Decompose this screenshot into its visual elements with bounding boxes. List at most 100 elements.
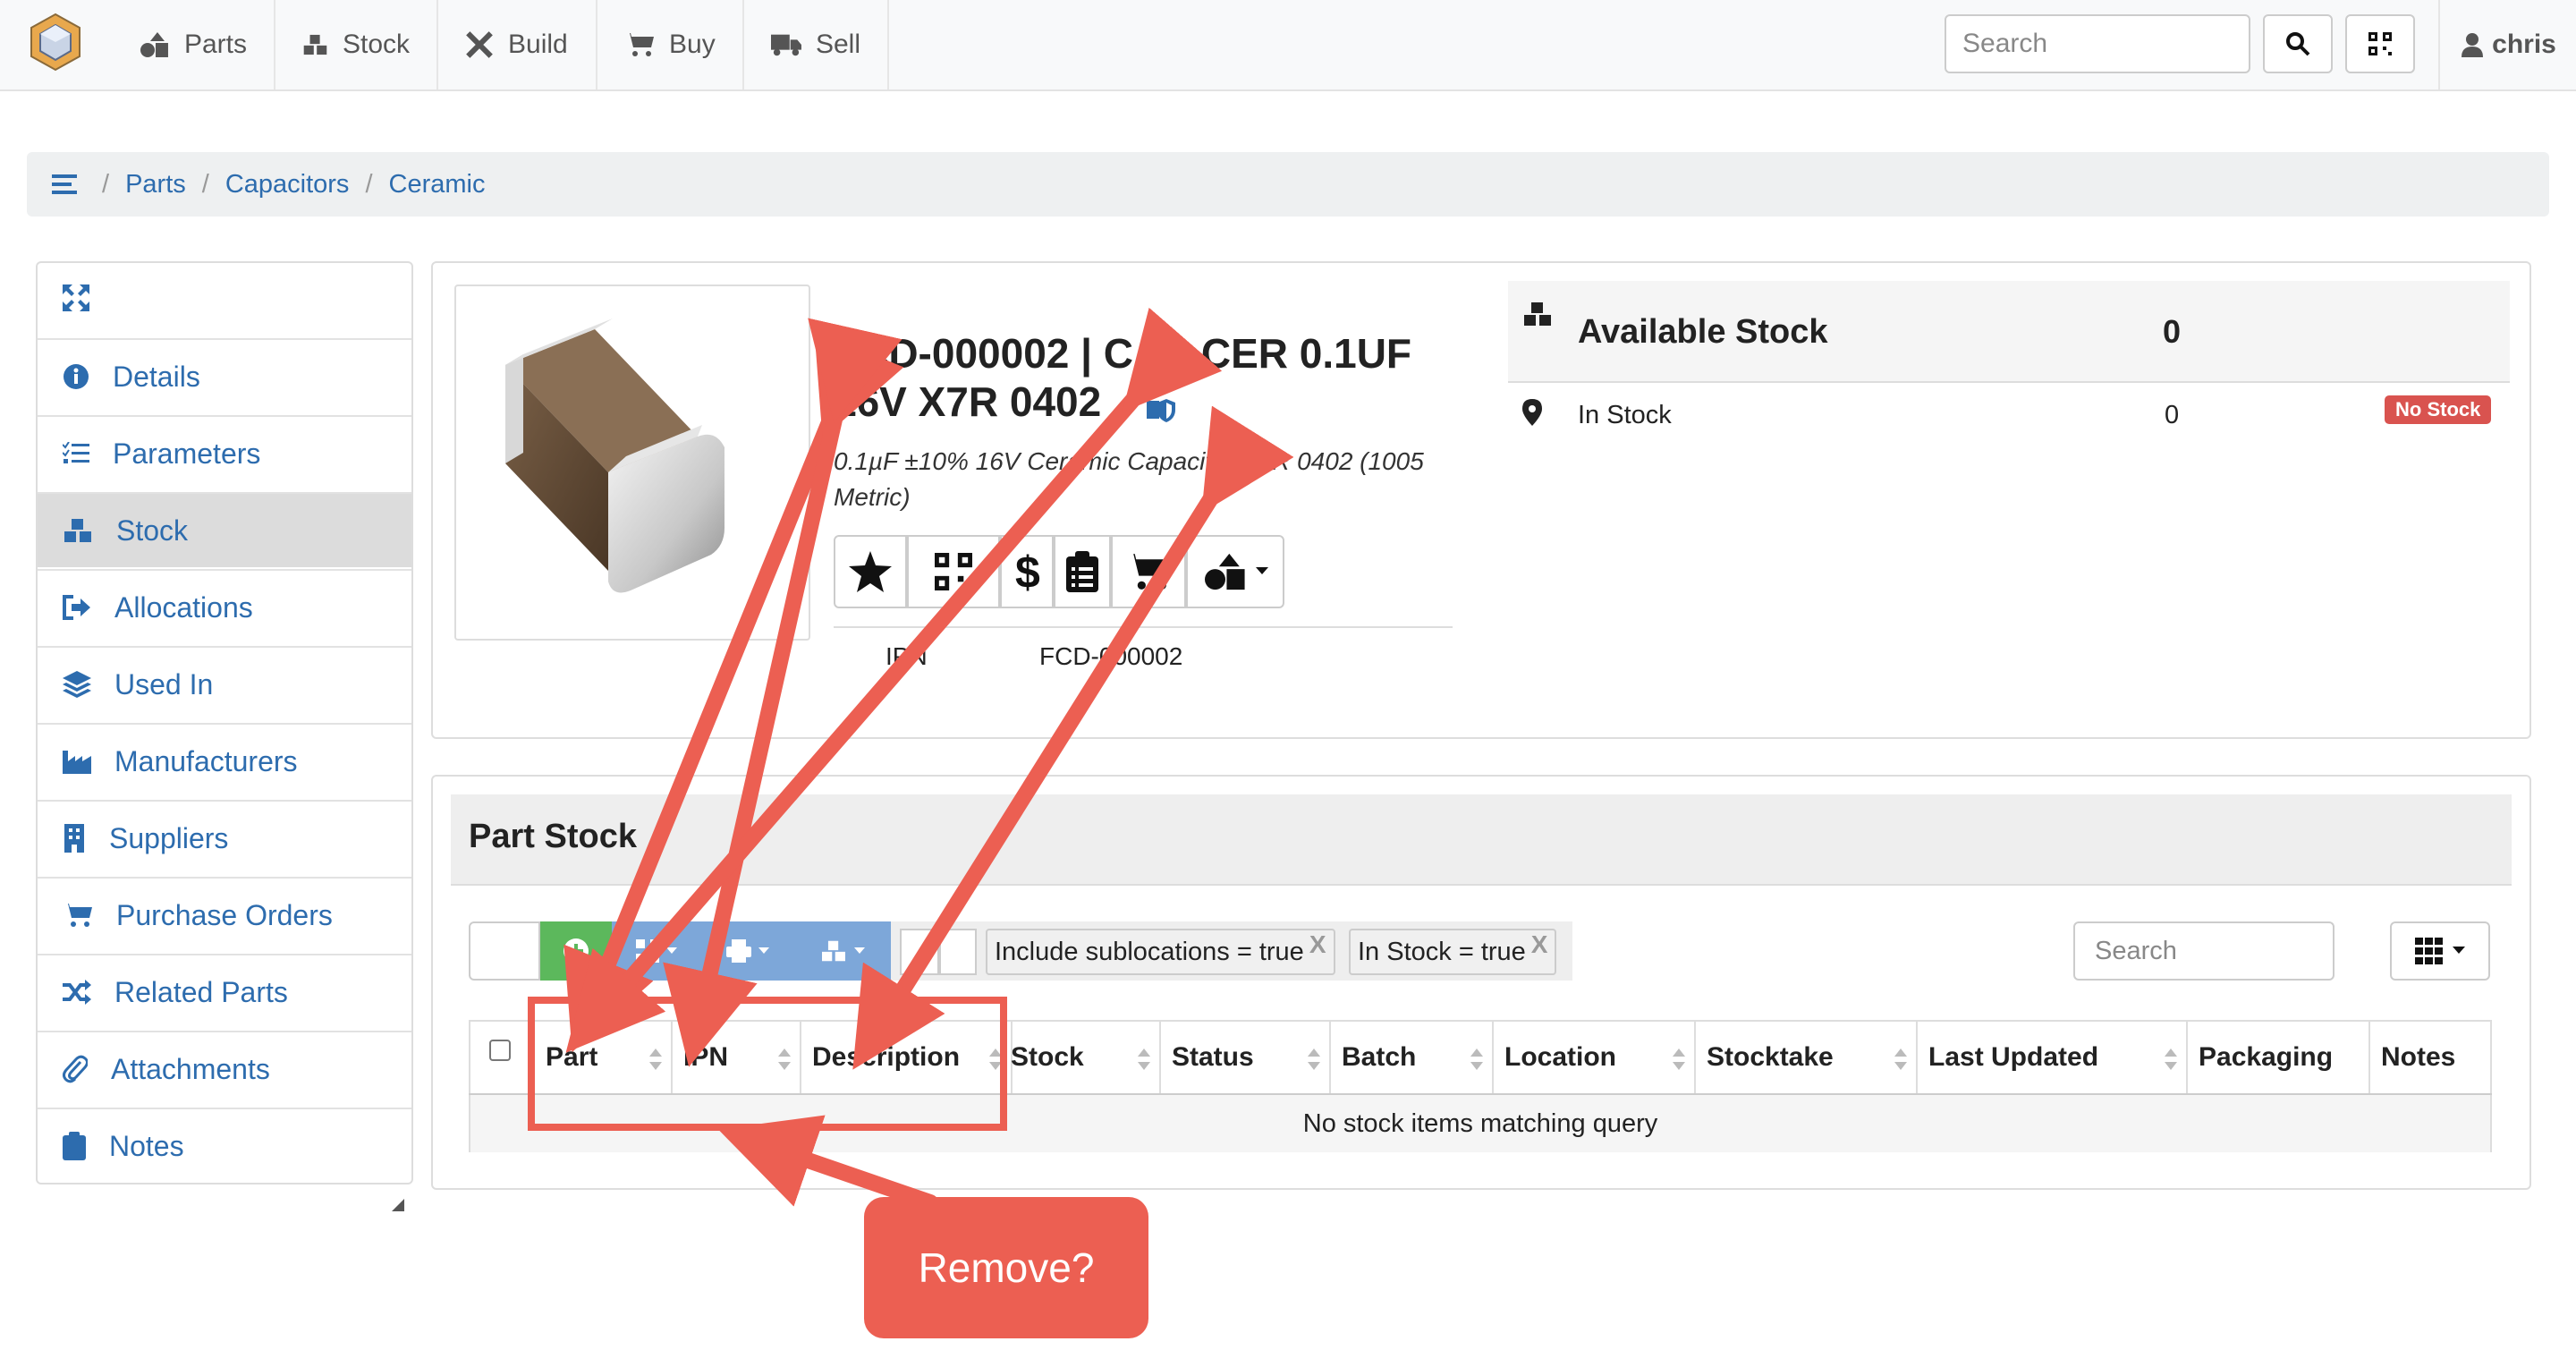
trash-icon	[948, 940, 968, 964]
download-button[interactable]	[469, 921, 540, 981]
part-actions-dropdown[interactable]	[1186, 535, 1284, 608]
part-sidebar: Details Parameters Stock Allocations Use…	[36, 261, 413, 1184]
clipboard-list-icon	[1066, 551, 1098, 592]
breadcrumb-parts[interactable]: Parts	[125, 170, 186, 200]
sidebar-item-allocations[interactable]: Allocations	[38, 569, 411, 644]
breadcrumb-capacitors[interactable]: Capacitors	[225, 170, 350, 200]
stock-options-dropdown[interactable]	[794, 921, 891, 981]
dollar-icon: $	[1015, 548, 1040, 595]
status-badge: No Stock	[2385, 395, 2492, 424]
sidebar-item-label: Details	[113, 360, 200, 393]
nav-stock[interactable]: Stock	[275, 0, 438, 89]
column-header-packaging[interactable]: Packaging	[2188, 1022, 2370, 1093]
clear-filters-button[interactable]	[939, 929, 977, 975]
sidebar-item-purchase-orders[interactable]: Purchase Orders	[38, 877, 411, 952]
sidebar-item-manufacturers[interactable]: Manufacturers	[38, 723, 411, 798]
sidebar-item-used-in[interactable]: Used In	[38, 646, 411, 721]
part-description-line-1: 0.1µF ±10% 16V Ceramic Capacitor X7R 040…	[834, 447, 1424, 475]
empty-table-message: No stock items matching query	[470, 1095, 2490, 1152]
sort-icon	[1470, 1049, 1483, 1070]
select-all-checkbox[interactable]	[489, 1040, 511, 1061]
part-title-line-1: FCD-000002 | CAP CER 0.1UF	[834, 330, 1412, 377]
pricing-button[interactable]: $	[1000, 535, 1054, 608]
remove-filter-button[interactable]: X	[1309, 930, 1326, 959]
column-header-batch[interactable]: Batch	[1331, 1022, 1494, 1093]
sidebar-item-stock[interactable]: Stock	[38, 492, 411, 567]
layers-icon	[63, 671, 91, 698]
sidebar-toggle[interactable]	[63, 284, 89, 316]
boxes-icon	[822, 940, 845, 962]
sort-icon	[2165, 1049, 2177, 1070]
print-dropdown[interactable]	[701, 921, 794, 981]
sign-out-icon	[63, 595, 90, 620]
list-check-icon	[63, 442, 89, 463]
nav-buy[interactable]: Buy	[597, 0, 744, 89]
table-search-input[interactable]	[2073, 921, 2334, 981]
part-stock-header	[451, 794, 2512, 886]
column-header-label: Last Updated	[1928, 1042, 2099, 1072]
sidebar-item-label: Attachments	[111, 1052, 270, 1085]
user-icon	[2462, 33, 2484, 57]
filter-button[interactable]	[900, 929, 939, 975]
shapes-icon	[1205, 553, 1245, 590]
remove-filter-button[interactable]: X	[1531, 930, 1548, 959]
expand-arrows-icon	[63, 284, 89, 311]
nav-buy-label: Buy	[669, 30, 716, 59]
navbar-search-button[interactable]	[2263, 14, 2333, 73]
column-header-description[interactable]: Description	[801, 1022, 1013, 1093]
order-part-button[interactable]	[1111, 535, 1186, 608]
part-thumbnail[interactable]	[454, 284, 810, 641]
caret-down-icon	[666, 947, 677, 954]
breadcrumb-separator: /	[365, 169, 373, 199]
in-stock-label: In Stock	[1578, 401, 1672, 429]
sidebar-item-attachments[interactable]: Attachments	[38, 1031, 411, 1106]
sidebar-item-parameters[interactable]: Parameters	[38, 415, 411, 490]
sidebar-item-label: Stock	[116, 514, 189, 547]
add-stock-button[interactable]	[540, 921, 612, 981]
inventree-logo[interactable]	[29, 13, 82, 72]
map-marker-icon	[1522, 399, 1542, 430]
random-icon	[63, 980, 91, 1005]
username: chris	[2492, 30, 2556, 59]
column-header-last-updated[interactable]: Last Updated	[1918, 1022, 2188, 1093]
sidebar-item-notes[interactable]: Notes	[38, 1108, 411, 1183]
column-header-location[interactable]: Location	[1494, 1022, 1696, 1093]
barcode-actions-button[interactable]	[907, 535, 1000, 608]
sidebar-item-suppliers[interactable]: Suppliers	[38, 800, 411, 875]
navbar-search-input[interactable]	[1945, 14, 2250, 73]
star-button[interactable]	[834, 535, 907, 608]
tools-icon	[466, 31, 493, 58]
filter-chip-sublocations[interactable]: Include sublocations = true X	[986, 929, 1335, 975]
industry-icon	[63, 751, 91, 774]
column-header-part[interactable]: Part	[533, 1022, 673, 1093]
column-header-stock[interactable]: Stock	[1000, 1022, 1161, 1093]
nav-parts[interactable]: Parts	[113, 0, 275, 89]
sidebar-item-details[interactable]: Details	[38, 338, 411, 413]
cart-icon	[624, 33, 654, 56]
column-header-stocktake[interactable]: Stocktake	[1696, 1022, 1918, 1093]
user-menu[interactable]: chris	[2438, 0, 2576, 89]
filter-chip-in-stock[interactable]: In Stock = true X	[1349, 929, 1557, 975]
nav-build[interactable]: Build	[438, 0, 597, 89]
sidebar-item-related-parts[interactable]: Related Parts	[38, 954, 411, 1029]
breadcrumb: / Parts / Capacitors / Ceramic	[27, 152, 2549, 217]
stocktake-button[interactable]	[1054, 535, 1111, 608]
column-toggle-dropdown[interactable]	[2390, 921, 2490, 981]
breadcrumb-ceramic[interactable]: Ceramic	[389, 170, 486, 200]
nav-sell[interactable]: Sell	[744, 0, 889, 89]
filter-icon	[911, 943, 928, 961]
menu-icon[interactable]	[52, 174, 77, 195]
boxes-icon	[64, 519, 91, 542]
column-header-notes[interactable]: Notes	[2370, 1022, 2490, 1093]
sort-icon	[649, 1049, 662, 1070]
navbar-qr-button[interactable]	[2345, 14, 2415, 73]
cart-icon	[63, 904, 92, 927]
building-icon	[64, 824, 84, 853]
column-header-ipn[interactable]: IPN	[673, 1022, 801, 1093]
column-header-label: Notes	[2381, 1042, 2456, 1072]
grid-icon	[2415, 938, 2443, 964]
barcode-dropdown[interactable]	[612, 921, 701, 981]
sidebar-resize-handle[interactable]	[392, 1199, 404, 1211]
boxes-icon	[303, 34, 327, 55]
column-header-status[interactable]: Status	[1161, 1022, 1331, 1093]
